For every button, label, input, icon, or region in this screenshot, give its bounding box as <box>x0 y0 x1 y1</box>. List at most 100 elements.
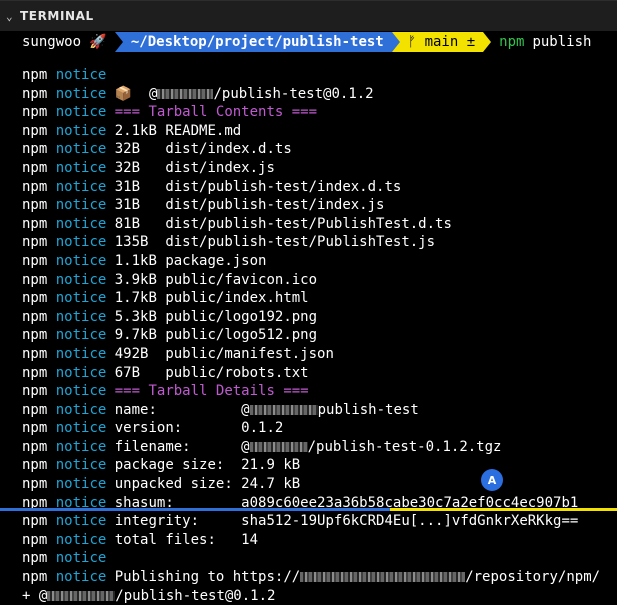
prompt-separator <box>483 32 492 52</box>
output-line: npm notice <box>22 549 617 568</box>
notice-tag: notice <box>55 104 107 121</box>
avatar-badge[interactable]: A <box>481 469 503 491</box>
line-text: 135B dist/publish-test/PublishTest.js <box>114 234 436 251</box>
npm-prefix: npm <box>22 197 48 214</box>
output-line: npm notice 32B dist/index.d.ts <box>22 140 617 159</box>
notice-tag: notice <box>55 569 107 586</box>
npm-prefix: npm <box>22 141 48 158</box>
output-line: npm notice 1.1kB package.json <box>22 252 617 271</box>
redacted-text <box>300 572 466 583</box>
npm-prefix: npm <box>22 513 48 530</box>
npm-prefix: npm <box>22 457 48 474</box>
prompt-separator <box>114 32 123 52</box>
line-text-tail: /repository/npm/ <box>465 569 601 586</box>
terminal-panel: ⌄ TERMINAL sungwoo 🚀 ~/Desktop/project/p… <box>0 0 617 604</box>
notice-tag: notice <box>55 476 107 493</box>
output-line: npm notice Publishing to https:// /reposi… <box>22 568 617 587</box>
npm-prefix: npm <box>22 401 48 418</box>
output-line: npm notice === Tarball Contents === <box>22 103 617 122</box>
output-line: npm notice 32B dist/index.js <box>22 159 617 178</box>
line-text: 5.3kB public/logo192.png <box>114 308 318 325</box>
notice-tag: notice <box>55 67 107 83</box>
prompt-path: ~/Desktop/project/publish-test <box>122 32 392 52</box>
notice-tag: notice <box>55 178 107 195</box>
line-text-tail: /publish-test-0.1.2.tgz <box>307 438 502 455</box>
output-line: npm notice 2.1kB README.md <box>22 122 617 141</box>
output-line: npm notice total files: 14 <box>22 531 617 550</box>
line-text: package size: 21.9 kB <box>114 457 301 474</box>
output-lines: npm notice npm notice 📦 @ /publish-test@0… <box>22 66 617 605</box>
npm-prefix: npm <box>22 271 48 288</box>
line-text: === Tarball Details === <box>114 383 309 400</box>
npm-prefix: npm <box>22 383 48 400</box>
notice-tag: notice <box>55 401 107 418</box>
line-text: 81B dist/publish-test/PublishTest.d.ts <box>114 215 452 232</box>
npm-prefix: npm <box>22 438 48 455</box>
redacted-text <box>157 88 214 99</box>
npm-prefix: npm <box>22 159 48 176</box>
notice-tag: notice <box>55 345 107 362</box>
line-text: 1.7kB public/index.html <box>114 290 309 307</box>
npm-prefix: npm <box>22 234 48 251</box>
npm-prefix: npm <box>22 569 48 586</box>
line-text: filename: @ <box>114 438 250 455</box>
notice-tag: notice <box>55 234 107 251</box>
notice-tag: notice <box>55 420 107 437</box>
output-line: npm notice 1.7kB public/index.html <box>22 289 617 308</box>
notice-tag: notice <box>55 383 107 400</box>
prompt-separator <box>391 32 400 52</box>
notice-tag: notice <box>55 327 107 344</box>
terminal-header[interactable]: ⌄ TERMINAL <box>0 0 617 31</box>
notice-tag: notice <box>55 141 107 158</box>
line-text-tail: publish-test <box>317 401 419 418</box>
output-line: npm notice 5.3kB public/logo192.png <box>22 308 617 327</box>
output-line: npm notice 31B dist/publish-test/index.j… <box>22 196 617 215</box>
npm-prefix: npm <box>22 85 48 102</box>
line-text: 2.1kB README.md <box>114 122 242 139</box>
redacted-text <box>249 404 318 415</box>
terminal-output[interactable]: sungwoo 🚀 ~/Desktop/project/publish-test… <box>0 30 617 604</box>
notice-tag: notice <box>55 308 107 325</box>
output-line: npm notice 67B public/robots.txt <box>22 364 617 383</box>
line-text: === Tarball Contents === <box>114 104 318 121</box>
output-line: npm notice 📦 @ /publish-test@0.1.2 <box>22 85 617 104</box>
npm-prefix: npm <box>22 215 48 232</box>
line-text: name: @ <box>114 401 250 418</box>
line-text: 1.1kB package.json <box>114 252 267 269</box>
notice-tag: notice <box>55 197 107 214</box>
line-text: 9.7kB public/logo512.png <box>114 327 318 344</box>
notice-tag: notice <box>55 531 107 548</box>
redacted-text <box>249 441 308 452</box>
npm-prefix: npm <box>22 252 48 269</box>
npm-prefix: npm <box>22 178 48 195</box>
line-text: Publishing to https:// <box>114 569 301 586</box>
output-line: npm notice integrity: sha512-19Upf6kCRD4… <box>22 512 617 531</box>
shell-prompt: sungwoo 🚀 ~/Desktop/project/publish-test… <box>22 32 617 52</box>
notice-tag: notice <box>55 215 107 232</box>
chevron-down-icon[interactable]: ⌄ <box>6 10 18 23</box>
notice-tag: notice <box>55 513 107 530</box>
npm-prefix: npm <box>22 364 48 381</box>
input-line-highlight <box>0 508 617 511</box>
output-line: npm notice 31B dist/publish-test/index.d… <box>22 178 617 197</box>
line-text: total files: 14 <box>114 531 259 548</box>
notice-tag: notice <box>55 457 107 474</box>
line-text: + @ <box>22 587 48 604</box>
notice-tag: notice <box>55 364 107 381</box>
redacted-text <box>47 590 116 601</box>
npm-prefix: npm <box>22 104 48 121</box>
output-line: npm notice filename: @ /publish-test-0.1.… <box>22 438 617 457</box>
output-line: npm notice 3.9kB public/favicon.ico <box>22 271 617 290</box>
panel-title: TERMINAL <box>20 9 94 23</box>
notice-tag: notice <box>55 550 107 567</box>
npm-prefix: npm <box>22 531 48 548</box>
npm-prefix: npm <box>22 420 48 437</box>
prompt-git-branch: ᚠ main ± <box>399 32 484 52</box>
output-line: npm notice version: 0.1.2 <box>22 419 617 438</box>
npm-prefix: npm <box>22 550 48 567</box>
output-line: npm notice unpacked size: 24.7 kB <box>22 475 617 494</box>
line-text: 67B public/robots.txt <box>114 364 309 381</box>
npm-prefix: npm <box>22 290 48 307</box>
line-text-tail: /publish-test@0.1.2 <box>115 587 276 604</box>
notice-tag: notice <box>55 85 107 102</box>
